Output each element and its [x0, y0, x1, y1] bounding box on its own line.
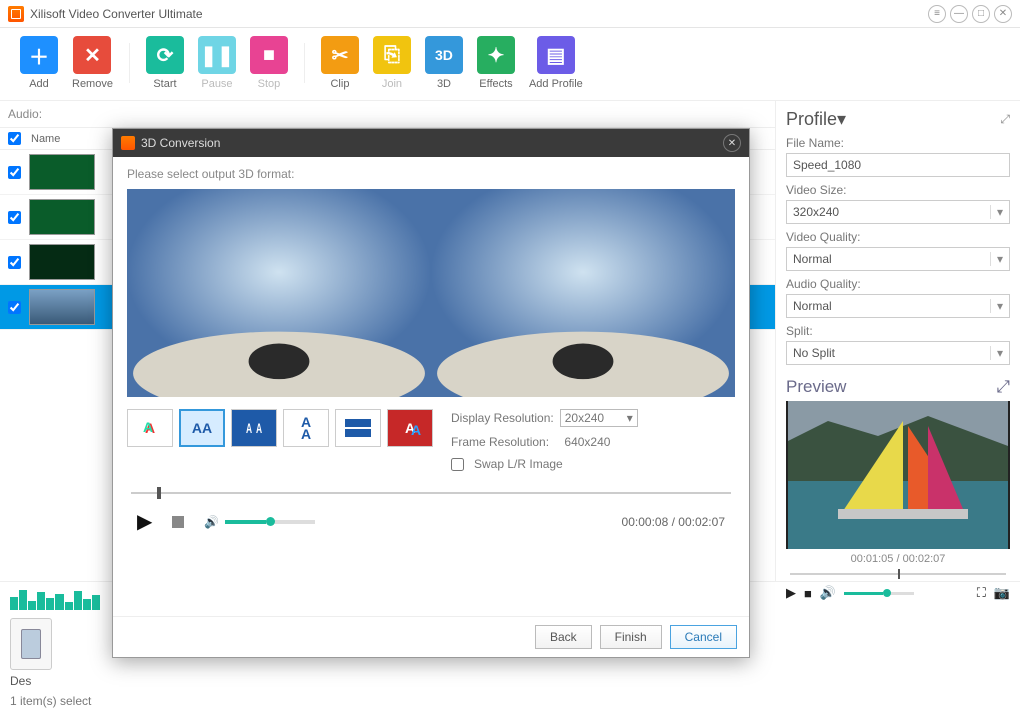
file-name-label: File Name:: [786, 136, 1010, 150]
dialog-close-button[interactable]: ✕: [723, 134, 741, 152]
separator: [129, 43, 130, 83]
3d-conversion-dialog: 3D Conversion ✕ Please select output 3D …: [112, 128, 750, 658]
row-checkbox[interactable]: [8, 301, 21, 314]
video-size-select[interactable]: 320x240▾: [786, 200, 1010, 224]
right-eye-image: [431, 189, 735, 397]
device-icon[interactable]: [10, 618, 52, 670]
row-checkbox[interactable]: [8, 166, 21, 179]
pause-icon: ❚❚: [198, 36, 236, 74]
row-checkbox[interactable]: [8, 211, 21, 224]
audio-label: Audio:: [0, 101, 775, 128]
3d-button[interactable]: 3D 3D: [425, 36, 463, 90]
format-side-by-side-full[interactable]: AA: [231, 409, 277, 447]
display-resolution-select[interactable]: 20x240▾: [560, 409, 638, 427]
waveform: [10, 588, 100, 610]
select-all-checkbox[interactable]: [8, 132, 21, 145]
clip-button[interactable]: ✂ Clip: [321, 36, 359, 90]
audio-quality-label: Audio Quality:: [786, 277, 1010, 291]
refresh-icon: ⟳: [146, 36, 184, 74]
split-label: Split:: [786, 324, 1010, 338]
preview-seek[interactable]: [786, 567, 1010, 581]
audio-quality-select[interactable]: Normal▾: [786, 294, 1010, 318]
back-button[interactable]: Back: [535, 625, 592, 649]
main-toolbar: ＋ Add ✕ Remove ⟳ Start ❚❚ Pause ■ Stop ✂…: [0, 28, 1020, 101]
join-icon: ⎘: [373, 36, 411, 74]
cancel-button[interactable]: Cancel: [670, 625, 737, 649]
finish-button[interactable]: Finish: [600, 625, 662, 649]
format-side-by-side[interactable]: AA: [179, 409, 225, 447]
dialog-titlebar: 3D Conversion ✕: [113, 129, 749, 157]
volume-slider[interactable]: [844, 592, 914, 595]
left-eye-image: [127, 189, 431, 397]
expand-preview-icon[interactable]: ⤢: [996, 377, 1010, 397]
x-icon: ✕: [73, 36, 111, 74]
close-button[interactable]: ✕: [994, 5, 1012, 23]
format-anaglyph-alt[interactable]: AA: [387, 409, 433, 447]
swap-lr-checkbox[interactable]: [451, 458, 464, 471]
thumbnail: [29, 244, 95, 280]
remove-button[interactable]: ✕ Remove: [72, 36, 113, 90]
plus-icon: ＋: [20, 36, 58, 74]
thumbnail: [29, 199, 95, 235]
sailboat-image: [786, 401, 1010, 549]
split-select[interactable]: No Split▾: [786, 341, 1010, 365]
expand-icon[interactable]: ⤢: [1000, 112, 1010, 127]
volume-icon[interactable]: 🔊: [204, 515, 219, 529]
app-icon: [8, 6, 24, 22]
3d-preview: [127, 189, 735, 397]
preview-viewport: [786, 401, 1010, 549]
format-options: A AA AA AA AA: [127, 409, 433, 471]
thumbnail: [29, 289, 95, 325]
app-title: Xilisoft Video Converter Ultimate: [30, 7, 203, 21]
dialog-prompt: Please select output 3D format:: [127, 167, 735, 181]
dialog-title: 3D Conversion: [141, 136, 220, 150]
separator: [304, 43, 305, 83]
video-quality-label: Video Quality:: [786, 230, 1010, 244]
add-button[interactable]: ＋ Add: [20, 36, 58, 90]
preview-time: 00:01:05 / 00:02:07: [786, 553, 1010, 565]
profile-panel: Profile▾ ⤢ File Name: Video Size: 320x24…: [775, 101, 1020, 581]
status-text: 1 item(s) select: [10, 694, 1010, 708]
document-icon: ▤: [537, 36, 575, 74]
3d-icon: 3D: [425, 36, 463, 74]
file-name-input[interactable]: [786, 153, 1010, 177]
thumbnail: [29, 154, 95, 190]
dialog-seek[interactable]: [127, 485, 735, 501]
start-button[interactable]: ⟳ Start: [146, 36, 184, 90]
join-button[interactable]: ⎘ Join: [373, 36, 411, 90]
dialog-time: 00:00:08 / 00:02:07: [622, 515, 725, 529]
effects-button[interactable]: ✦ Effects: [477, 36, 515, 90]
stop-button[interactable]: ■ Stop: [250, 36, 288, 90]
format-top-bottom-full[interactable]: [335, 409, 381, 447]
volume-slider[interactable]: [225, 520, 315, 524]
stop-icon: ■: [250, 36, 288, 74]
display-resolution-row: Display Resolution: 20x240▾: [451, 409, 735, 427]
format-anaglyph[interactable]: A: [127, 409, 173, 447]
minimize-button[interactable]: —: [950, 5, 968, 23]
dialog-icon: [121, 136, 135, 150]
pause-button[interactable]: ❚❚ Pause: [198, 36, 236, 90]
volume-control: 🔊: [204, 515, 315, 529]
dialog-player: ▶ 🔊 00:00:08 / 00:02:07: [127, 509, 735, 534]
wand-icon: ✦: [477, 36, 515, 74]
dialog-buttons: Back Finish Cancel: [113, 616, 749, 657]
name-column: Name: [31, 133, 60, 145]
swap-lr-row: Swap L/R Image: [451, 457, 735, 471]
destination-label: Des: [10, 674, 1010, 688]
preview-heading: Preview ⤢: [786, 377, 1010, 397]
add-profile-button[interactable]: ▤ Add Profile: [529, 36, 583, 90]
play-icon[interactable]: ▶: [137, 509, 152, 534]
row-checkbox[interactable]: [8, 256, 21, 269]
stop-icon[interactable]: [172, 516, 184, 528]
video-quality-select[interactable]: Normal▾: [786, 247, 1010, 271]
scissors-icon: ✂: [321, 36, 359, 74]
frame-resolution-row: Frame Resolution: 640x240: [451, 435, 735, 449]
title-bar: Xilisoft Video Converter Ultimate ≡ — □ …: [0, 0, 1020, 28]
video-size-label: Video Size:: [786, 183, 1010, 197]
format-top-bottom[interactable]: AA: [283, 409, 329, 447]
settings-button[interactable]: ≡: [928, 5, 946, 23]
maximize-button[interactable]: □: [972, 5, 990, 23]
profile-heading[interactable]: Profile▾ ⤢: [786, 109, 1010, 130]
